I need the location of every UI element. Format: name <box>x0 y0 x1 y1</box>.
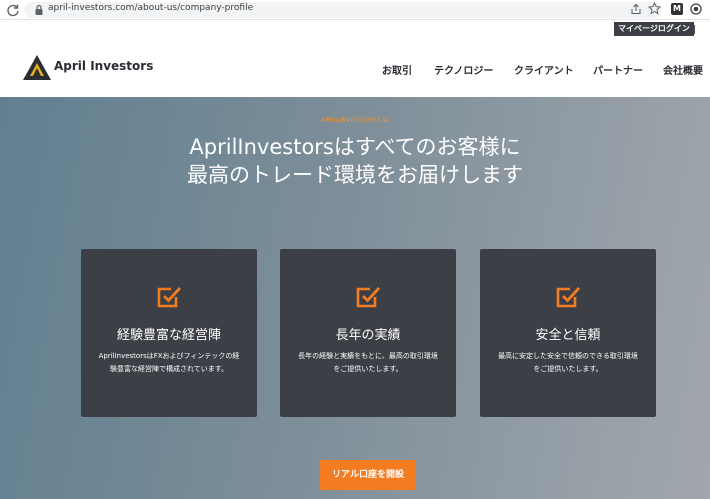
hero-section: APRILINVESTORSとは AprilInvestorsはすべてのお客様に… <box>0 97 710 499</box>
nav-item-partners[interactable]: パートナー <box>593 62 643 77</box>
card-title: 安全と信頼 <box>535 328 601 343</box>
card-description: AprilInvestorsはFXおよびフィンテックの経験豊富な経営陣で構成され… <box>98 352 240 373</box>
feature-card-track-record: 長年の実績 長年の経験と実績をもとに、最高の取引環境をご提供いたします。 <box>280 249 456 417</box>
logo-text[interactable]: April Investors <box>54 59 153 73</box>
url-text[interactable]: april-investors.com/about-us/company-pro… <box>48 3 253 13</box>
mypage-login-button[interactable]: マイページログイン <box>614 22 694 36</box>
lock-icon[interactable] <box>34 4 44 16</box>
nav-item-company[interactable]: 会社概要 <box>663 62 703 77</box>
site-header: マイページログイン April Investors お取引 テクノロジー クライ… <box>0 20 710 97</box>
nav-item-trading[interactable]: お取引 <box>382 62 412 77</box>
logo-icon[interactable] <box>22 54 52 81</box>
checkbox-icon <box>556 287 581 308</box>
header-divider <box>694 25 695 34</box>
card-title: 長年の実績 <box>335 328 401 343</box>
nav-item-clients[interactable]: クライアント <box>514 62 574 77</box>
hero-title: AprilInvestorsはすべてのお客様に最高のトレード環境をお届けします <box>187 135 523 187</box>
open-account-button[interactable]: リアル口座を開設 <box>320 460 416 490</box>
bookmark-star-icon[interactable] <box>648 2 661 15</box>
record-extension-icon[interactable] <box>690 3 702 15</box>
card-description: 最高に安定した安全で信頼のできる取引環境をご提供いたします。 <box>498 352 638 373</box>
nav-item-technology[interactable]: テクノロジー <box>434 62 493 77</box>
reload-icon[interactable] <box>6 3 20 17</box>
extension-m-icon[interactable]: M <box>671 3 683 15</box>
checkbox-icon <box>356 287 381 308</box>
card-description: 長年の経験と実績をもとに、最高の取引環境をご提供いたします。 <box>298 352 438 373</box>
hero-eyebrow: APRILINVESTORSとは <box>320 117 390 124</box>
feature-card-security: 安全と信頼 最高に安定した安全で信頼のできる取引環境をご提供いたします。 <box>480 249 656 417</box>
checkbox-icon <box>157 287 182 308</box>
card-title: 経験豊富な経営陣 <box>116 328 221 343</box>
feature-card-management: 経験豊富な経営陣 AprilInvestorsはFXおよびフィンテックの経験豊富… <box>81 249 257 417</box>
browser-toolbar: april-investors.com/about-us/company-pro… <box>0 0 710 20</box>
share-icon[interactable] <box>630 3 642 15</box>
